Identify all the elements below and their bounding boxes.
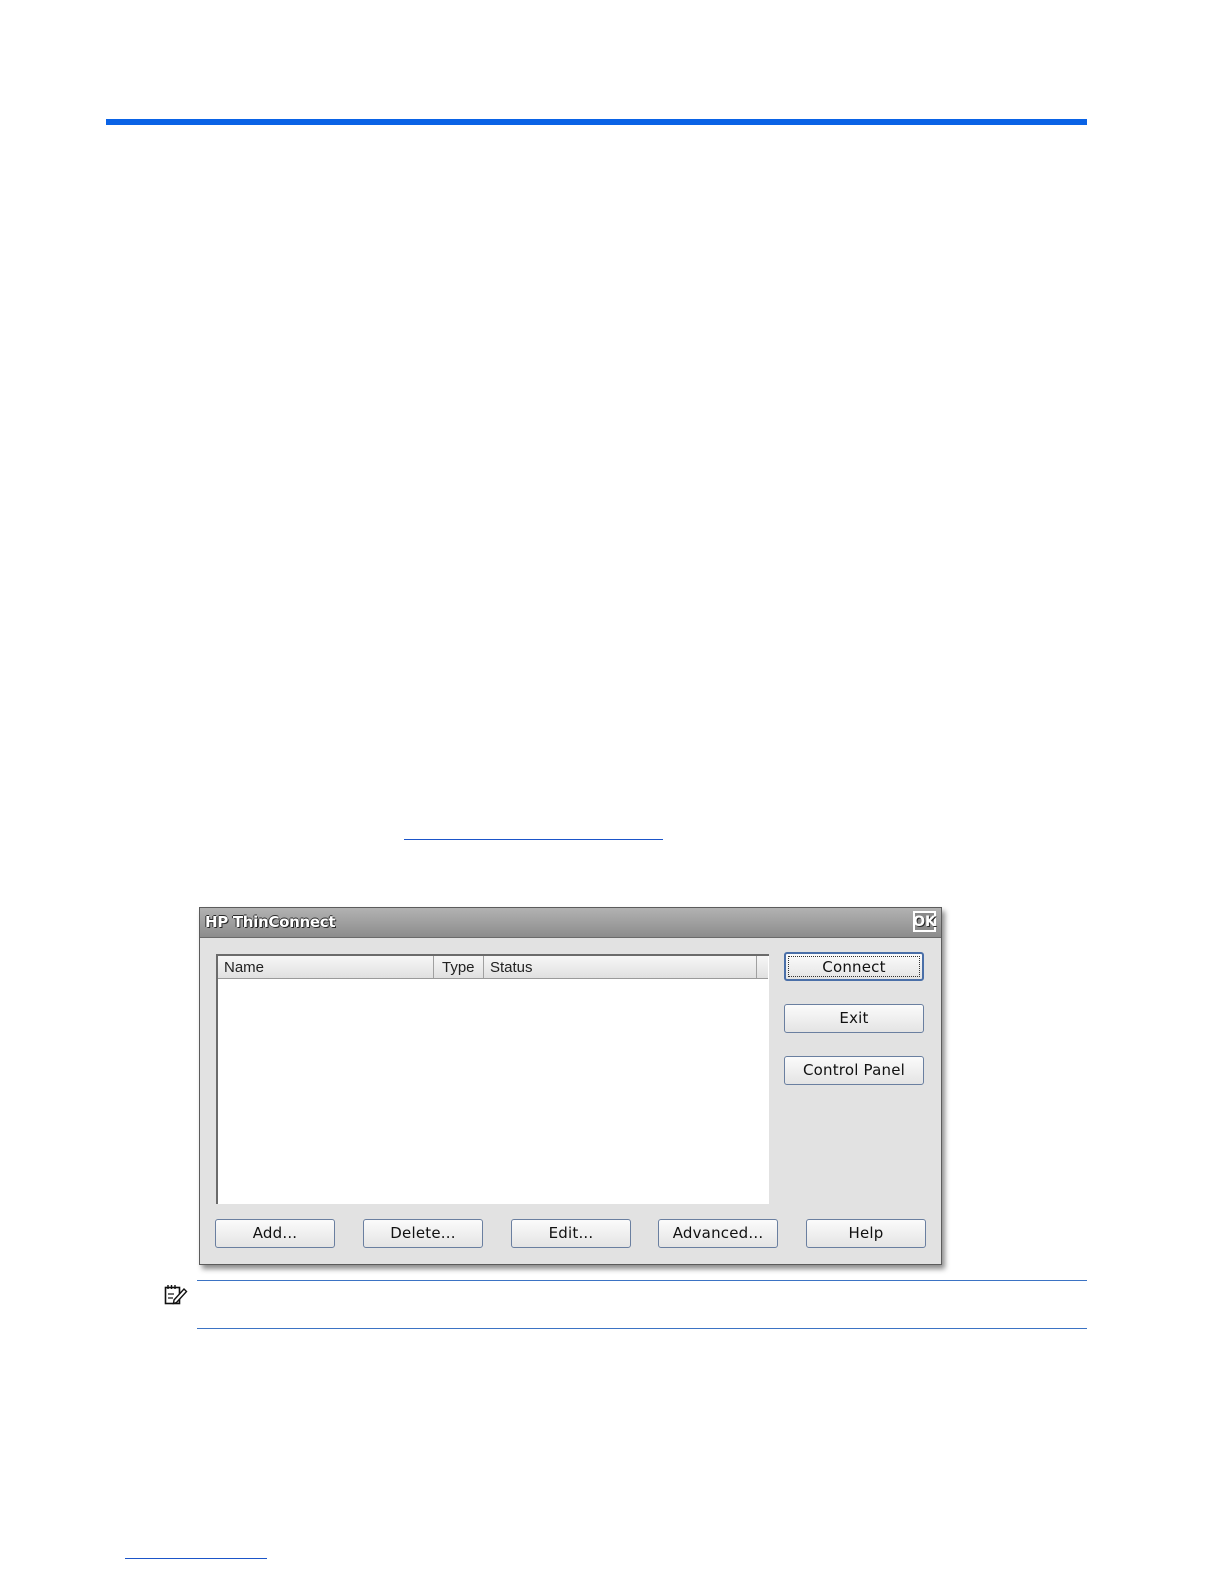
add-button[interactable]: Add... — [215, 1219, 335, 1248]
chapter-header-rule — [106, 119, 1087, 125]
exit-button-label: Exit — [839, 1009, 869, 1027]
note-top-rule — [197, 1280, 1087, 1281]
advanced-button-label: Advanced... — [672, 1224, 764, 1242]
hyperlink-underline[interactable] — [404, 839, 663, 840]
control-panel-button[interactable]: Control Panel — [784, 1056, 924, 1085]
edit-button[interactable]: Edit... — [511, 1219, 631, 1248]
delete-button-label: Delete... — [390, 1224, 456, 1242]
note-pencil-icon — [164, 1285, 188, 1305]
ok-button[interactable]: OK — [913, 911, 936, 932]
exit-button[interactable]: Exit — [784, 1004, 924, 1033]
footer-underline — [125, 1558, 267, 1559]
dialog-titlebar[interactable]: HP ThinConnect OK — [200, 908, 941, 938]
control-panel-button-label: Control Panel — [802, 1061, 906, 1079]
help-button-label: Help — [848, 1224, 884, 1242]
column-header-type[interactable]: Type — [434, 956, 484, 978]
edit-button-label: Edit... — [548, 1224, 594, 1242]
list-header: Name Type Status — [218, 956, 768, 979]
column-header-name[interactable]: Name — [218, 956, 434, 978]
column-header-filler — [757, 956, 768, 978]
delete-button[interactable]: Delete... — [363, 1219, 483, 1248]
connect-button-label: Connect — [822, 958, 886, 976]
column-header-status[interactable]: Status — [484, 956, 757, 978]
advanced-button[interactable]: Advanced... — [658, 1219, 778, 1248]
hp-thinconnect-dialog: HP ThinConnect OK Name Type Status Conne… — [199, 907, 942, 1265]
add-button-label: Add... — [252, 1224, 298, 1242]
connection-list[interactable]: Name Type Status — [216, 954, 769, 1204]
note-bottom-rule — [197, 1328, 1087, 1329]
connect-button[interactable]: Connect — [784, 952, 924, 981]
help-button[interactable]: Help — [806, 1219, 926, 1248]
dialog-title: HP ThinConnect — [205, 913, 336, 931]
